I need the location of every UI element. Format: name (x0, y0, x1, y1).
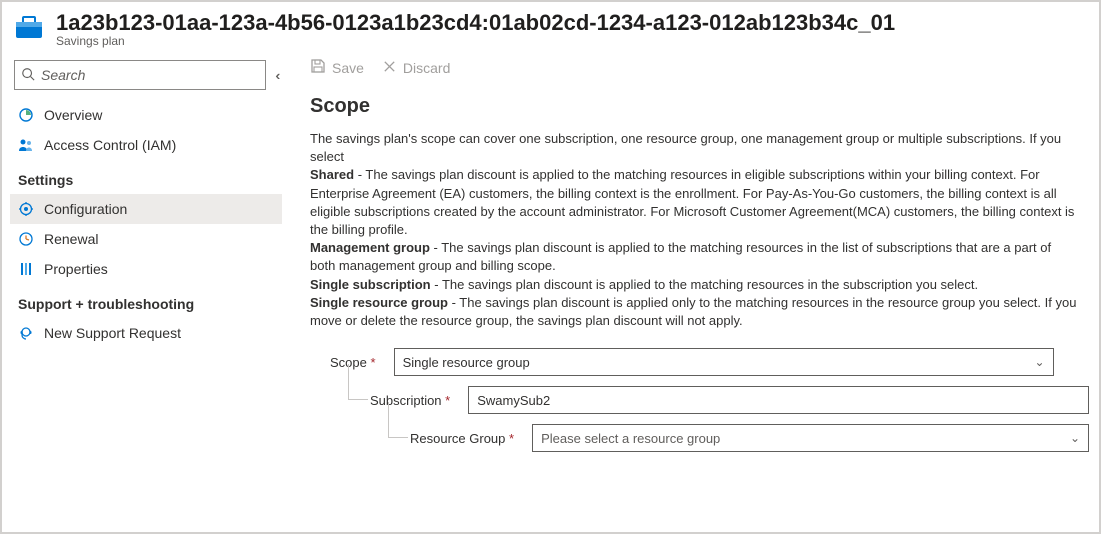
resource-group-placeholder: Please select a resource group (541, 431, 720, 446)
search-icon (21, 67, 35, 84)
gear-icon (18, 201, 34, 217)
sidebar-item-label: Overview (44, 107, 102, 123)
sidebar-item-properties[interactable]: Properties (10, 254, 282, 284)
discard-icon (382, 59, 397, 77)
subscription-row: Subscription * SwamySub2 (330, 386, 1089, 414)
scope-row: Scope * Single resource group ⌄ (330, 348, 1089, 376)
sidebar-item-configuration[interactable]: Configuration (10, 194, 282, 224)
page-title: 1a23b123-01aa-123a-4b56-0123a1b23cd4:01a… (56, 10, 895, 36)
sidebar-item-overview[interactable]: Overview (10, 100, 282, 130)
main-content: Save Discard Scope The savings plan's sc… (282, 52, 1099, 526)
search-input[interactable] (41, 67, 259, 83)
subscription-label: Subscription * (370, 393, 450, 408)
sidebar-item-new-support-request[interactable]: New Support Request (10, 318, 282, 348)
properties-icon (18, 261, 34, 277)
sidebar-item-label: Configuration (44, 201, 127, 217)
toolbar: Save Discard (310, 52, 1089, 95)
resource-group-label: Resource Group * (410, 431, 514, 446)
scope-form: Scope * Single resource group ⌄ Subscrip… (310, 348, 1089, 452)
discard-button[interactable]: Discard (382, 59, 450, 77)
sidebar-item-label: Renewal (44, 231, 98, 247)
sidebar-item-label: Access Control (IAM) (44, 137, 176, 153)
resource-group-select[interactable]: Please select a resource group ⌄ (532, 424, 1089, 452)
scope-description: The savings plan's scope can cover one s… (310, 130, 1080, 330)
sidebar: ‹‹ Overview Access Control (IAM) Setting… (2, 52, 282, 526)
overview-icon (18, 107, 34, 123)
sidebar-section-support: Support + troubleshooting (10, 284, 282, 318)
clock-icon (18, 231, 34, 247)
save-button-label: Save (332, 60, 364, 76)
save-button[interactable]: Save (310, 58, 364, 77)
page-subtitle: Savings plan (56, 34, 895, 48)
chevron-down-icon: ⌄ (1070, 431, 1080, 445)
resource-group-row: Resource Group * Please select a resourc… (330, 424, 1089, 452)
subscription-input[interactable]: SwamySub2 (468, 386, 1089, 414)
search-input-wrapper[interactable] (14, 60, 266, 90)
sidebar-section-settings: Settings (10, 160, 282, 194)
save-icon (310, 58, 326, 77)
section-title: Scope (310, 95, 1089, 118)
scope-select-value: Single resource group (403, 355, 530, 370)
sidebar-item-label: Properties (44, 261, 108, 277)
people-icon (18, 137, 34, 153)
page-header: 1a23b123-01aa-123a-4b56-0123a1b23cd4:01a… (2, 2, 1099, 52)
sidebar-item-renewal[interactable]: Renewal (10, 224, 282, 254)
sidebar-item-label: New Support Request (44, 325, 181, 341)
support-icon (18, 325, 34, 341)
discard-button-label: Discard (403, 60, 450, 76)
scope-select[interactable]: Single resource group ⌄ (394, 348, 1054, 376)
sidebar-item-access-control[interactable]: Access Control (IAM) (10, 130, 282, 160)
subscription-value: SwamySub2 (477, 393, 550, 408)
savings-plan-icon (14, 14, 44, 43)
chevron-down-icon: ⌄ (1035, 355, 1045, 369)
